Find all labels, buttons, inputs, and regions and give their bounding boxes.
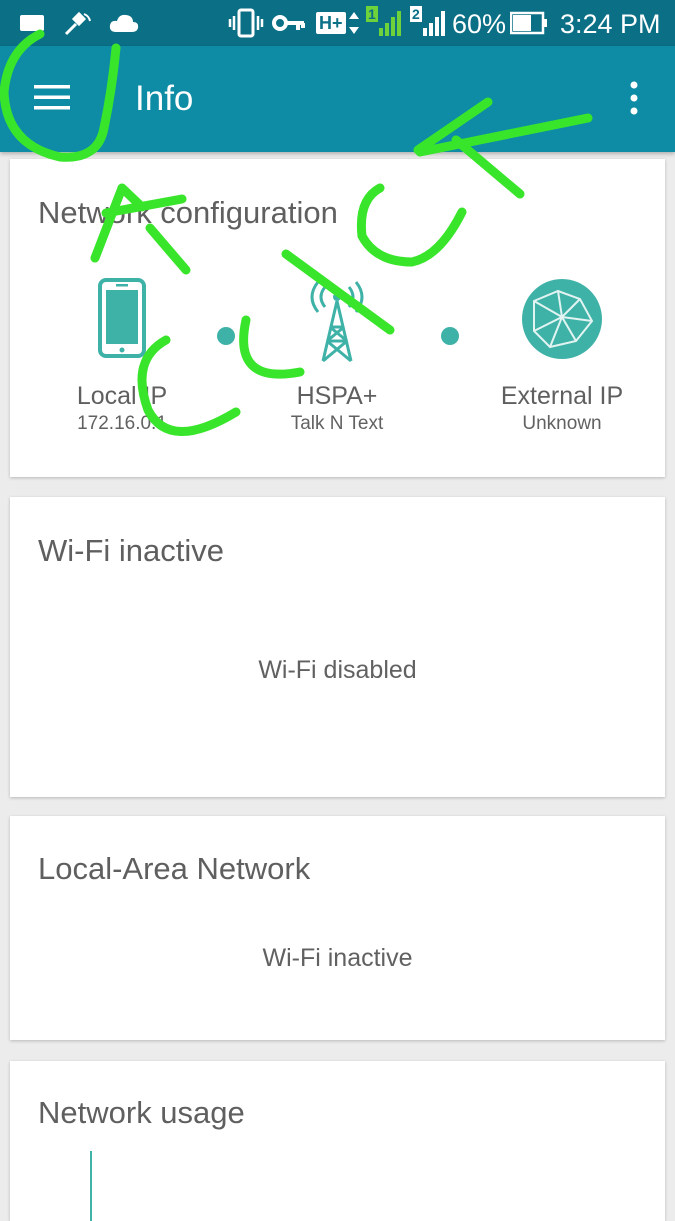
connector-dot-left	[217, 327, 235, 345]
carrier-name: Talk N Text	[290, 413, 384, 434]
battery-icon	[510, 0, 548, 46]
wifi-card-title: Wi-Fi inactive	[38, 533, 225, 568]
usage-chart-axis	[90, 1151, 92, 1221]
vibrate-icon	[228, 0, 264, 46]
hplus-label: H+	[316, 12, 346, 34]
connector-dot-right	[441, 327, 459, 345]
menu-button[interactable]	[22, 70, 82, 128]
network-usage-card: Network usage	[10, 1061, 665, 1221]
overflow-menu-button[interactable]	[612, 74, 656, 126]
app-bar: Info	[0, 46, 675, 152]
external-ip-value: Unknown	[522, 413, 602, 434]
local-ip-value: 172.16.0.1	[77, 413, 167, 434]
vpn-key-icon	[272, 0, 306, 46]
phone-icon	[22, 277, 222, 365]
cloud-icon	[108, 0, 140, 46]
lan-card-title: Local-Area Network	[38, 851, 311, 886]
hamburger-menu-icon	[34, 84, 70, 115]
hplus-data-icon: H+	[316, 0, 360, 46]
more-vert-icon	[629, 81, 639, 120]
sim1-label: 1	[366, 6, 378, 22]
carrier-node[interactable]: HSPA+ Talk N Text	[237, 277, 437, 437]
external-ip-label: External IP	[500, 382, 624, 410]
network-configuration-title: Network configuration	[38, 195, 338, 230]
lan-inactive-message: Wi-Fi inactive	[262, 944, 413, 972]
battery-percent: 60%	[452, 9, 507, 39]
lan-card: Local-Area Network Wi-Fi inactive	[10, 816, 665, 1040]
satellite-icon	[62, 0, 94, 46]
external-ip-node[interactable]: External IP Unknown	[462, 277, 662, 437]
wifi-card: Wi-Fi inactive Wi-Fi disabled	[10, 497, 665, 797]
globe-icon	[462, 277, 662, 365]
network-configuration-card: Network configuration Local IP 172.16.0.…	[10, 159, 665, 477]
notification-icon	[18, 0, 46, 46]
page-title: Info	[135, 79, 194, 118]
carrier-label: HSPA+	[296, 382, 378, 410]
sim1-signal-icon: 1	[366, 0, 402, 46]
wifi-disabled-message: Wi-Fi disabled	[258, 656, 417, 684]
sim2-signal-icon: 2	[410, 0, 446, 46]
clock: 3:24 PM	[560, 9, 661, 39]
cell-tower-icon	[237, 277, 437, 365]
network-usage-title: Network usage	[38, 1095, 245, 1130]
local-ip-label: Local IP	[76, 382, 168, 410]
sim2-label: 2	[410, 6, 422, 22]
status-bar: H+ 1 2 60% 3:24 PM	[0, 0, 675, 46]
local-ip-node[interactable]: Local IP 172.16.0.1	[22, 277, 222, 437]
